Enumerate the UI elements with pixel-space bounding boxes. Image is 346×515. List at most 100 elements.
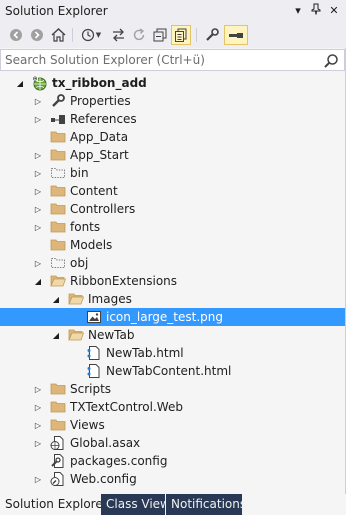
html-file-icon	[86, 345, 102, 361]
tree-item-label: App_Data	[70, 130, 129, 144]
tree-item[interactable]: ▷ Properties	[0, 92, 345, 110]
collapse-arrow-icon[interactable]: ◢	[50, 290, 62, 308]
tree-item[interactable]: ▷ Content	[0, 182, 345, 200]
tree-item[interactable]: ◢ Images	[0, 290, 345, 308]
sync-with-document-icon[interactable]	[108, 25, 128, 45]
tree-item-label: RibbonExtensions	[70, 274, 178, 288]
show-all-files-icon[interactable]	[171, 25, 191, 45]
tree-item[interactable]: ▷ Controllers	[0, 200, 345, 218]
open-folder-icon	[68, 327, 85, 343]
tree-item-label: bin	[70, 166, 89, 180]
folder-icon	[50, 417, 66, 433]
folder-icon	[50, 129, 66, 145]
tree-item[interactable]: ▷ References	[0, 110, 345, 128]
tree-item-label: TXTextControl.Web	[70, 400, 183, 414]
expand-arrow-icon[interactable]: ▷	[32, 416, 44, 434]
tree-item-label: icon_large_test.png	[106, 310, 223, 324]
forward-icon[interactable]	[27, 25, 47, 45]
tree-item-label: Scripts	[70, 382, 112, 396]
tree-item[interactable]: ▷ bin	[0, 164, 345, 182]
collapse-arrow-icon[interactable]: ◢	[32, 272, 44, 290]
expand-arrow-icon[interactable]: ▷	[32, 182, 44, 200]
tree-item-label: packages.config	[70, 454, 168, 468]
auto-hide-pin-icon[interactable]	[308, 3, 324, 19]
solution-explorer-pane: Solution Explorer ▾ ✕ ▼ Search Solution …	[0, 0, 346, 515]
expand-arrow-icon[interactable]: ▷	[32, 398, 44, 416]
pending-changes-filter-icon[interactable]: ▼	[78, 25, 104, 45]
tree-item-label: App_Start	[70, 148, 129, 162]
search-input[interactable]	[5, 52, 305, 68]
web-project-icon: ⊕	[32, 75, 48, 91]
solution-tree: ◢ ⊕ tx_ribbon_add ▷ Properties ▷ References App…	[0, 74, 345, 494]
tool-window-tabs: Solution Explorer Class View Notificatio…	[0, 494, 346, 515]
tree-item-label: Properties	[70, 94, 131, 108]
search-box[interactable]	[0, 49, 345, 71]
expand-arrow-icon[interactable]: ▷	[32, 254, 44, 272]
hidden-folder-icon	[50, 255, 66, 271]
tree-item-label: Models	[70, 238, 113, 252]
tree-item[interactable]: ▷ Views	[0, 416, 345, 434]
tree-item[interactable]: ▷ fonts	[0, 218, 345, 236]
config-file-icon	[50, 453, 66, 469]
tree-item[interactable]: ▷ Web.config	[0, 470, 345, 488]
folder-icon	[50, 381, 66, 397]
tree-item[interactable]: ▷ App_Start	[0, 146, 345, 164]
tree-item-label: Views	[70, 418, 105, 432]
tree-item[interactable]: ▷ Global.asax	[0, 434, 345, 452]
collapse-arrow-icon[interactable]: ◢	[14, 74, 26, 92]
window-position-dropdown-icon[interactable]: ▾	[290, 3, 306, 19]
tree-item[interactable]: icon_large_test.png	[0, 308, 345, 326]
expand-arrow-icon[interactable]: ▷	[32, 218, 44, 236]
home-icon[interactable]	[48, 25, 68, 45]
tree-item[interactable]: ▷ TXTextControl.Web	[0, 398, 345, 416]
tab-class-view[interactable]: Class View	[101, 494, 170, 515]
tree-item[interactable]: packages.config	[0, 452, 345, 470]
preview-selected-items-icon[interactable]	[224, 25, 248, 45]
folder-icon	[50, 219, 66, 235]
folder-icon	[50, 201, 66, 217]
global-asax-icon	[50, 435, 66, 451]
properties-wrench-icon[interactable]	[202, 25, 222, 45]
expand-arrow-icon[interactable]: ▷	[32, 470, 44, 488]
tree-item-label: NewTab	[88, 328, 135, 342]
tree-item-label: Web.config	[70, 472, 137, 486]
expand-arrow-icon[interactable]: ▷	[32, 110, 44, 128]
tree-item[interactable]: NewTab.html	[0, 344, 345, 362]
tree-item[interactable]: ▷ obj	[0, 254, 345, 272]
tab-solution-explorer[interactable]: Solution Explorer	[0, 494, 108, 515]
wrench-icon	[50, 93, 66, 109]
hidden-folder-icon	[50, 165, 66, 181]
tree-item-label: Images	[88, 292, 132, 306]
tree-item[interactable]: NewTabContent.html	[0, 362, 345, 380]
expand-arrow-icon[interactable]: ▷	[32, 380, 44, 398]
tree-item[interactable]: App_Data	[0, 128, 345, 146]
tree-item[interactable]: Models	[0, 236, 345, 254]
title-bar: Solution Explorer ▾ ✕	[0, 0, 346, 22]
tree-item-label: NewTabContent.html	[106, 364, 232, 378]
expand-arrow-icon[interactable]: ▷	[32, 200, 44, 218]
back-icon[interactable]	[6, 25, 26, 45]
refresh-icon[interactable]	[129, 25, 149, 45]
window-title: Solution Explorer	[5, 4, 108, 18]
folder-icon	[50, 183, 66, 199]
tree-item-label: NewTab.html	[106, 346, 184, 360]
svg-text:⊕: ⊕	[33, 76, 38, 83]
tree-item[interactable]: ◢ RibbonExtensions	[0, 272, 345, 290]
tree-item[interactable]: ◢ NewTab	[0, 326, 345, 344]
search-icon[interactable]	[323, 53, 339, 69]
close-icon[interactable]: ✕	[326, 3, 342, 19]
tab-notifications[interactable]: Notifications	[166, 494, 246, 515]
html-file-icon	[86, 363, 102, 379]
expand-arrow-icon[interactable]: ▷	[32, 146, 44, 164]
collapse-all-icon[interactable]	[150, 25, 170, 45]
references-icon	[50, 111, 66, 127]
expand-arrow-icon[interactable]: ▷	[32, 92, 44, 110]
expand-arrow-icon[interactable]: ▷	[32, 434, 44, 452]
collapse-arrow-icon[interactable]: ◢	[50, 326, 62, 344]
tree-item[interactable]: ◢ ⊕ tx_ribbon_add	[0, 74, 345, 92]
tree-item-label: Controllers	[70, 202, 136, 216]
tree-item-label: Global.asax	[70, 436, 141, 450]
tree-item[interactable]: ▷ Scripts	[0, 380, 345, 398]
expand-arrow-icon[interactable]: ▷	[32, 164, 44, 182]
web-config-icon	[50, 471, 66, 487]
